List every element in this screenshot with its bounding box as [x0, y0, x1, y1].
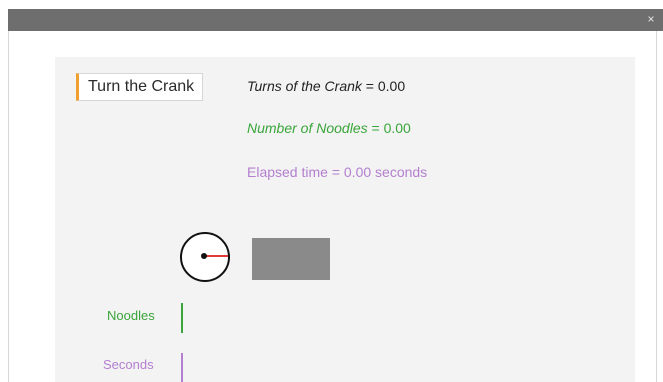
crank-arm: [204, 255, 228, 257]
noodles-value: = 0.00: [371, 120, 411, 136]
noodles-label: Number of Noodles: [247, 120, 368, 136]
turns-value: = 0.00: [365, 78, 406, 94]
elapsed-value: = 0.00 seconds: [331, 164, 428, 180]
seconds-bar-label: Seconds: [103, 357, 154, 372]
crank-handle[interactable]: [180, 232, 236, 288]
noodles-bar: [181, 303, 183, 333]
simulation-panel: Turn the Crank Turns of the Crank = 0.00…: [55, 57, 635, 382]
turns-readout: Turns of the Crank = 0.00: [247, 78, 405, 94]
noodle-machine-box: [252, 238, 330, 280]
window-body: Turn the Crank Turns of the Crank = 0.00…: [8, 31, 657, 382]
window-titlebar: ×: [8, 9, 663, 31]
crank-pivot: [201, 253, 207, 259]
seconds-bar: [181, 353, 183, 382]
turn-crank-button[interactable]: Turn the Crank: [76, 73, 204, 101]
elapsed-label: Elapsed time: [247, 164, 328, 180]
elapsed-readout: Elapsed time = 0.00 seconds: [247, 164, 427, 180]
noodles-readout: Number of Noodles = 0.00: [247, 120, 411, 136]
turns-label: Turns of the Crank: [247, 78, 362, 94]
noodles-bar-label: Noodles: [107, 308, 155, 323]
close-icon[interactable]: ×: [643, 11, 659, 27]
